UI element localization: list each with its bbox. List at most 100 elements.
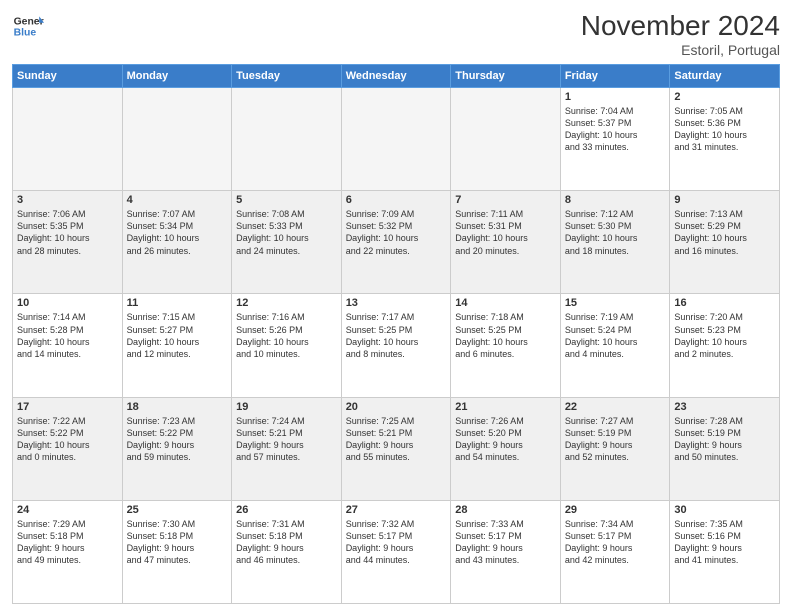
header: General Blue November 2024 Estoril, Port…: [12, 10, 780, 58]
calendar-cell: 13Sunrise: 7:17 AM Sunset: 5:25 PM Dayli…: [341, 294, 451, 397]
day-number: 3: [17, 194, 118, 206]
day-info: Sunrise: 7:28 AM Sunset: 5:19 PM Dayligh…: [674, 415, 775, 464]
calendar-cell: 1 Sunrise: 7:04 AM Sunset: 5:37 PM Daylig…: [560, 88, 670, 191]
day-info: Sunrise: 7:24 AM Sunset: 5:21 PM Dayligh…: [236, 415, 337, 464]
title-block: November 2024 Estoril, Portugal: [581, 10, 780, 58]
weekday-header-friday: Friday: [560, 65, 670, 88]
day-info: Sunrise: 7:27 AM Sunset: 5:19 PM Dayligh…: [565, 415, 666, 464]
calendar-cell: 29 Sunrise: 7:34 AM Sunset: 5:17 PM Dayli…: [560, 500, 670, 603]
day-info: Sunrise: 7:14 AM Sunset: 5:28 PM Dayligh…: [17, 311, 118, 360]
day-info: Sunrise: 7:17 AM Sunset: 5:25 PM Dayligh…: [346, 311, 447, 360]
day-number: 12: [236, 297, 337, 309]
day-info: Sunrise: 7:06 AM Sunset: 5:35 PM Dayligh…: [17, 208, 118, 257]
day-number: 25: [127, 504, 228, 516]
calendar-cell: 22Sunrise: 7:27 AM Sunset: 5:19 PM Dayli…: [560, 397, 670, 500]
day-number: 28: [455, 504, 556, 516]
day-info: Sunrise: 7:30 AM Sunset: 5:18 PM Dayligh…: [127, 518, 228, 567]
day-info: Sunrise: 7:12 AM Sunset: 5:30 PM Dayligh…: [565, 208, 666, 257]
calendar-cell: 2Sunrise: 7:05 AM Sunset: 5:36 PM Daylig…: [670, 88, 780, 191]
calendar-cell: 26 Sunrise: 7:31 AM Sunset: 5:18 PM Dayli…: [232, 500, 342, 603]
day-number: 19: [236, 401, 337, 413]
calendar-cell: 14 Sunrise: 7:18 AM Sunset: 5:25 PM Dayli…: [451, 294, 561, 397]
calendar-cell: 30Sunrise: 7:35 AM Sunset: 5:16 PM Dayli…: [670, 500, 780, 603]
day-number: 27: [346, 504, 447, 516]
calendar-cell: 3 Sunrise: 7:06 AM Sunset: 5:35 PM Daylig…: [13, 191, 123, 294]
week-row-4: 17 Sunrise: 7:22 AM Sunset: 5:22 PM Dayli…: [13, 397, 780, 500]
day-number: 9: [674, 194, 775, 206]
day-info: Sunrise: 7:04 AM Sunset: 5:37 PM Dayligh…: [565, 105, 666, 154]
calendar-cell: 5 Sunrise: 7:08 AM Sunset: 5:33 PM Daylig…: [232, 191, 342, 294]
calendar-cell: 25 Sunrise: 7:30 AM Sunset: 5:18 PM Dayli…: [122, 500, 232, 603]
day-number: 10: [17, 297, 118, 309]
weekday-header-tuesday: Tuesday: [232, 65, 342, 88]
day-number: 20: [346, 401, 447, 413]
day-number: 24: [17, 504, 118, 516]
day-info: Sunrise: 7:20 AM Sunset: 5:23 PM Dayligh…: [674, 311, 775, 360]
weekday-header-wednesday: Wednesday: [341, 65, 451, 88]
calendar-cell: 21 Sunrise: 7:26 AM Sunset: 5:20 PM Dayli…: [451, 397, 561, 500]
calendar-cell: 10 Sunrise: 7:14 AM Sunset: 5:28 PM Dayli…: [13, 294, 123, 397]
day-info: Sunrise: 7:16 AM Sunset: 5:26 PM Dayligh…: [236, 311, 337, 360]
weekday-header-saturday: Saturday: [670, 65, 780, 88]
weekday-header-monday: Monday: [122, 65, 232, 88]
day-info: Sunrise: 7:08 AM Sunset: 5:33 PM Dayligh…: [236, 208, 337, 257]
day-info: Sunrise: 7:25 AM Sunset: 5:21 PM Dayligh…: [346, 415, 447, 464]
day-number: 11: [127, 297, 228, 309]
day-info: Sunrise: 7:07 AM Sunset: 5:34 PM Dayligh…: [127, 208, 228, 257]
calendar-cell: 9Sunrise: 7:13 AM Sunset: 5:29 PM Daylig…: [670, 191, 780, 294]
weekday-header-sunday: Sunday: [13, 65, 123, 88]
calendar-cell: [232, 88, 342, 191]
day-number: 14: [455, 297, 556, 309]
calendar-cell: [13, 88, 123, 191]
calendar-cell: 11 Sunrise: 7:15 AM Sunset: 5:27 PM Dayli…: [122, 294, 232, 397]
logo-icon: General Blue: [12, 10, 44, 42]
day-number: 21: [455, 401, 556, 413]
day-info: Sunrise: 7:18 AM Sunset: 5:25 PM Dayligh…: [455, 311, 556, 360]
day-number: 8: [565, 194, 666, 206]
location: Estoril, Portugal: [581, 42, 780, 58]
calendar-cell: 17 Sunrise: 7:22 AM Sunset: 5:22 PM Dayli…: [13, 397, 123, 500]
day-number: 16: [674, 297, 775, 309]
calendar-cell: 6 Sunrise: 7:09 AM Sunset: 5:32 PM Daylig…: [341, 191, 451, 294]
day-number: 6: [346, 194, 447, 206]
day-info: Sunrise: 7:09 AM Sunset: 5:32 PM Dayligh…: [346, 208, 447, 257]
weekday-header-row: SundayMondayTuesdayWednesdayThursdayFrid…: [13, 65, 780, 88]
calendar-cell: 8 Sunrise: 7:12 AM Sunset: 5:30 PM Daylig…: [560, 191, 670, 294]
month-title: November 2024: [581, 10, 780, 42]
calendar-cell: [451, 88, 561, 191]
day-info: Sunrise: 7:31 AM Sunset: 5:18 PM Dayligh…: [236, 518, 337, 567]
weekday-header-thursday: Thursday: [451, 65, 561, 88]
day-number: 29: [565, 504, 666, 516]
day-info: Sunrise: 7:26 AM Sunset: 5:20 PM Dayligh…: [455, 415, 556, 464]
day-info: Sunrise: 7:35 AM Sunset: 5:16 PM Dayligh…: [674, 518, 775, 567]
day-info: Sunrise: 7:05 AM Sunset: 5:36 PM Dayligh…: [674, 105, 775, 154]
calendar-cell: 23Sunrise: 7:28 AM Sunset: 5:19 PM Dayli…: [670, 397, 780, 500]
calendar-cell: [341, 88, 451, 191]
day-info: Sunrise: 7:23 AM Sunset: 5:22 PM Dayligh…: [127, 415, 228, 464]
day-number: 26: [236, 504, 337, 516]
day-info: Sunrise: 7:22 AM Sunset: 5:22 PM Dayligh…: [17, 415, 118, 464]
week-row-2: 3 Sunrise: 7:06 AM Sunset: 5:35 PM Daylig…: [13, 191, 780, 294]
day-info: Sunrise: 7:11 AM Sunset: 5:31 PM Dayligh…: [455, 208, 556, 257]
day-number: 15: [565, 297, 666, 309]
day-number: 18: [127, 401, 228, 413]
calendar-cell: 7Sunrise: 7:11 AM Sunset: 5:31 PM Daylig…: [451, 191, 561, 294]
day-number: 5: [236, 194, 337, 206]
day-info: Sunrise: 7:34 AM Sunset: 5:17 PM Dayligh…: [565, 518, 666, 567]
day-info: Sunrise: 7:15 AM Sunset: 5:27 PM Dayligh…: [127, 311, 228, 360]
day-number: 17: [17, 401, 118, 413]
svg-text:Blue: Blue: [14, 28, 37, 39]
calendar-cell: 24Sunrise: 7:29 AM Sunset: 5:18 PM Dayli…: [13, 500, 123, 603]
calendar-cell: 19 Sunrise: 7:24 AM Sunset: 5:21 PM Dayli…: [232, 397, 342, 500]
logo: General Blue: [12, 10, 44, 42]
week-row-1: 1 Sunrise: 7:04 AM Sunset: 5:37 PM Daylig…: [13, 88, 780, 191]
calendar-cell: 18 Sunrise: 7:23 AM Sunset: 5:22 PM Dayli…: [122, 397, 232, 500]
day-info: Sunrise: 7:33 AM Sunset: 5:17 PM Dayligh…: [455, 518, 556, 567]
week-row-3: 10 Sunrise: 7:14 AM Sunset: 5:28 PM Dayli…: [13, 294, 780, 397]
calendar-cell: 20 Sunrise: 7:25 AM Sunset: 5:21 PM Dayli…: [341, 397, 451, 500]
day-info: Sunrise: 7:32 AM Sunset: 5:17 PM Dayligh…: [346, 518, 447, 567]
calendar-table: SundayMondayTuesdayWednesdayThursdayFrid…: [12, 64, 780, 604]
day-number: 1: [565, 91, 666, 103]
calendar-cell: 12 Sunrise: 7:16 AM Sunset: 5:26 PM Dayli…: [232, 294, 342, 397]
week-row-5: 24Sunrise: 7:29 AM Sunset: 5:18 PM Dayli…: [13, 500, 780, 603]
